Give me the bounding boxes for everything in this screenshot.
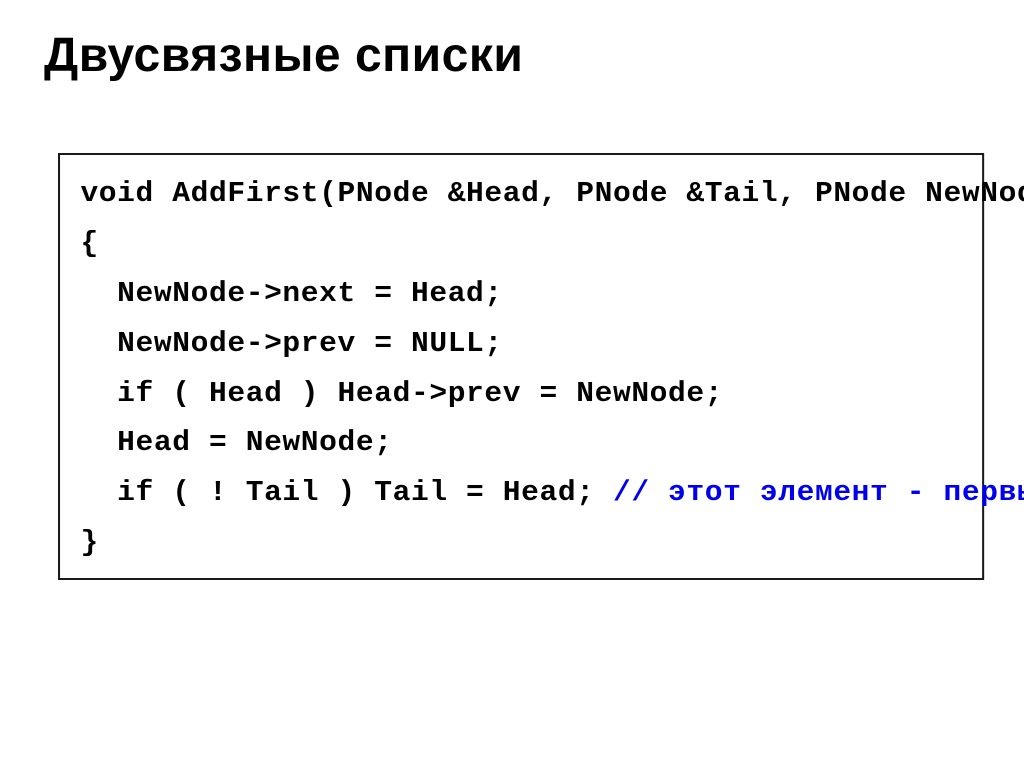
code-line: } xyxy=(60,518,982,568)
code-line: if ( ! Tail ) Tail = Head; // этот элеме… xyxy=(60,468,982,518)
code-block: void AddFirst(PNode &Head, PNode &Tail, … xyxy=(58,153,984,580)
code-line: { xyxy=(60,219,982,269)
code-line: if ( Head ) Head->prev = NewNode; xyxy=(60,369,982,419)
slide-title: Двусвязные списки xyxy=(44,28,980,83)
slide-container: Двусвязные списки void AddFirst(PNode &H… xyxy=(0,0,1024,767)
code-comment: // этот элемент - первый xyxy=(613,476,1024,509)
code-line: void AddFirst(PNode &Head, PNode &Tail, … xyxy=(60,169,982,219)
code-line: Head = NewNode; xyxy=(60,418,982,468)
code-line: NewNode->prev = NULL; xyxy=(60,319,982,369)
code-text: if ( ! Tail ) Tail = Head; xyxy=(117,476,613,509)
code-line: NewNode->next = Head; xyxy=(60,269,982,319)
